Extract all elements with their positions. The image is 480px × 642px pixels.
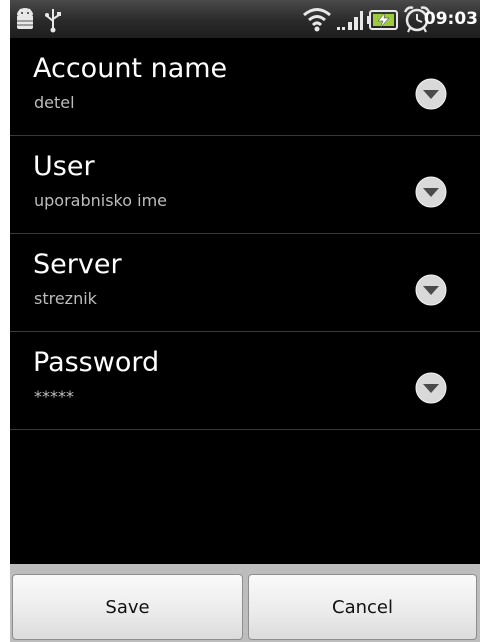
dropdown-arrow-icon[interactable] <box>415 274 447 306</box>
usb-icon <box>45 9 61 33</box>
phone-screen: 09:03 Account name detel User uporabnisk… <box>10 0 480 642</box>
setting-title: User <box>33 151 95 182</box>
android-debug-icon <box>17 8 33 29</box>
dropdown-arrow-icon[interactable] <box>415 78 447 110</box>
account-settings-list: Account name detel User uporabnisko ime … <box>10 38 480 430</box>
dropdown-arrow-icon[interactable] <box>415 372 447 404</box>
wifi-icon <box>303 8 331 32</box>
setting-account-name[interactable]: Account name detel <box>10 38 480 136</box>
setting-value: uporabnisko ime <box>34 191 167 210</box>
setting-password[interactable]: Password ***** <box>10 332 480 430</box>
cancel-button[interactable]: Cancel <box>248 574 477 640</box>
button-bar: Save Cancel <box>10 564 480 642</box>
setting-user[interactable]: User uporabnisko ime <box>10 136 480 234</box>
setting-value: detel <box>34 93 75 112</box>
setting-title: Password <box>33 347 160 378</box>
dropdown-arrow-icon[interactable] <box>415 176 447 208</box>
setting-title: Server <box>33 249 122 280</box>
setting-value: streznik <box>34 289 97 308</box>
setting-server[interactable]: Server streznik <box>10 234 480 332</box>
setting-value: ***** <box>34 387 74 406</box>
setting-title: Account name <box>33 53 228 84</box>
signal-icon <box>337 11 363 30</box>
status-time: 09:03 <box>423 9 478 29</box>
save-button[interactable]: Save <box>12 574 243 640</box>
battery-charging-icon <box>367 10 398 30</box>
status-bar: 09:03 <box>10 0 480 38</box>
